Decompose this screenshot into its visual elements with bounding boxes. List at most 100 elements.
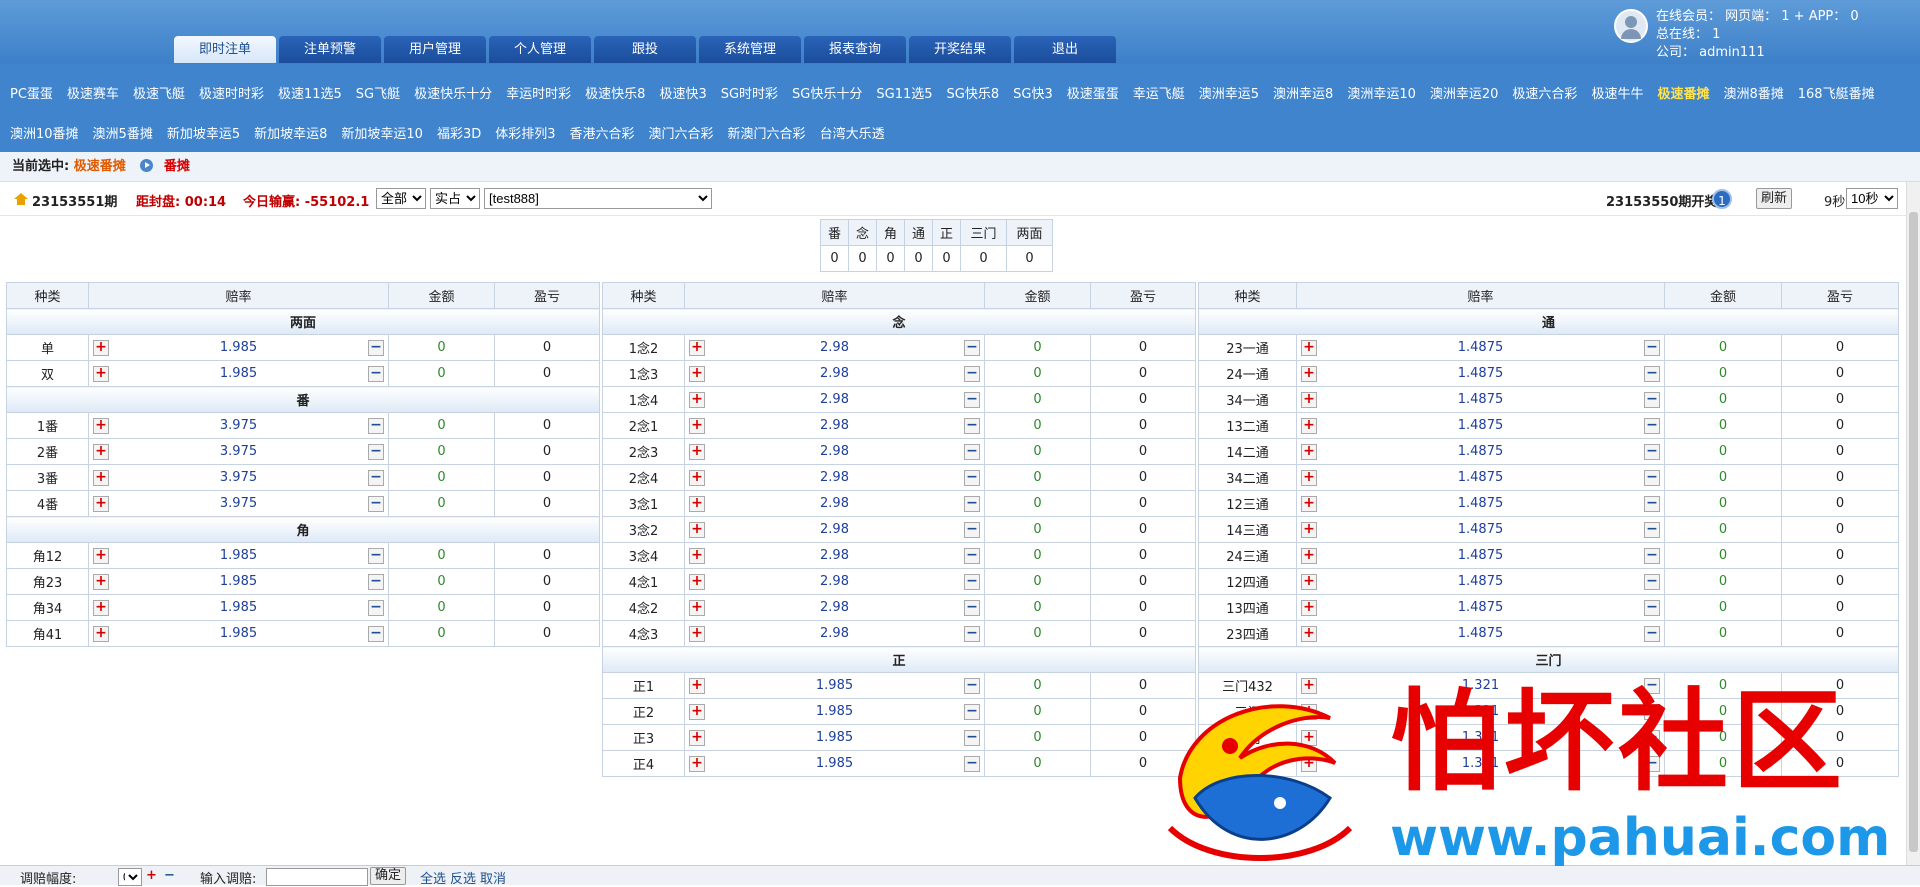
odds-minus-icon[interactable]: − — [964, 600, 980, 616]
game-link-row1-12[interactable]: SG11选5 — [876, 83, 932, 102]
game-link-row1-24[interactable]: 澳洲8番摊 — [1723, 83, 1783, 102]
game-link-row1-22[interactable]: 极速牛牛 — [1591, 83, 1643, 102]
odds-minus-icon[interactable]: − — [1644, 418, 1660, 434]
odds-plus-icon[interactable]: + — [689, 340, 705, 356]
odds-plus-icon[interactable]: + — [689, 704, 705, 720]
odds-plus-icon[interactable]: + — [1301, 470, 1317, 486]
odds-minus-icon[interactable]: − — [1644, 522, 1660, 538]
odds-plus-icon[interactable]: + — [689, 470, 705, 486]
game-link-row2-8[interactable]: 澳门六合彩 — [649, 123, 714, 142]
odds-minus-icon[interactable]: − — [368, 340, 384, 356]
interval-select[interactable]: 10秒 — [1846, 188, 1898, 209]
odds-plus-icon[interactable]: + — [1301, 418, 1317, 434]
odds-plus-icon[interactable]: + — [93, 548, 109, 564]
odds-minus-icon[interactable]: − — [964, 626, 980, 642]
odds-plus-icon[interactable]: + — [689, 626, 705, 642]
game-link-row2-5[interactable]: 福彩3D — [437, 123, 481, 142]
odds-plus-icon[interactable]: + — [93, 496, 109, 512]
game-link-row1-2[interactable]: 极速飞艇 — [133, 83, 185, 102]
odds-plus-icon[interactable]: + — [689, 678, 705, 694]
game-link-row1-1[interactable]: 极速赛车 — [67, 83, 119, 102]
odds-plus-icon[interactable]: + — [689, 600, 705, 616]
odds-plus-icon[interactable]: + — [1301, 626, 1317, 642]
odds-plus-icon[interactable]: + — [93, 444, 109, 460]
odds-minus-icon[interactable]: − — [964, 704, 980, 720]
odds-plus-icon[interactable]: + — [689, 444, 705, 460]
refresh-button[interactable]: 刷新 — [1756, 188, 1793, 209]
odds-minus-icon[interactable]: − — [1644, 496, 1660, 512]
game-link-row1-16[interactable]: 幸运飞艇 — [1133, 83, 1185, 102]
game-link-row1-19[interactable]: 澳洲幸运10 — [1347, 83, 1416, 102]
odds-plus-icon[interactable]: + — [1301, 522, 1317, 538]
odds-minus-icon[interactable]: − — [964, 730, 980, 746]
tab-4[interactable]: 跟投 — [594, 36, 696, 63]
odds-input[interactable] — [266, 868, 368, 886]
odds-plus-icon[interactable]: + — [689, 548, 705, 564]
tab-3[interactable]: 个人管理 — [489, 36, 591, 63]
game-link-row1-20[interactable]: 澳洲幸运20 — [1430, 83, 1499, 102]
odds-plus-icon[interactable]: + — [689, 496, 705, 512]
game-link-row1-6[interactable]: 极速快乐十分 — [414, 83, 492, 102]
game-link-row1-0[interactable]: PC蛋蛋 — [10, 83, 53, 102]
odds-minus-icon[interactable]: − — [1644, 392, 1660, 408]
tab-1[interactable]: 注单预警 — [279, 36, 381, 63]
odds-plus-icon[interactable]: + — [689, 730, 705, 746]
odds-plus-icon[interactable]: + — [689, 574, 705, 590]
game-link-row2-6[interactable]: 体彩排列3 — [495, 123, 555, 142]
game-link-row1-23[interactable]: 极速番摊 — [1657, 83, 1709, 102]
game-link-row2-2[interactable]: 新加坡幸运5 — [167, 123, 240, 142]
game-link-row1-4[interactable]: 极速11选5 — [278, 83, 342, 102]
odds-minus-icon[interactable]: − — [1644, 366, 1660, 382]
odds-plus-icon[interactable]: + — [689, 366, 705, 382]
odds-minus-icon[interactable]: − — [368, 366, 384, 382]
odds-minus-icon[interactable]: − — [964, 496, 980, 512]
odds-plus-icon[interactable]: + — [93, 366, 109, 382]
game-link-row2-10[interactable]: 台湾大乐透 — [820, 123, 885, 142]
tab-7[interactable]: 开奖结果 — [909, 36, 1011, 63]
game-link-row1-17[interactable]: 澳洲幸运5 — [1199, 83, 1259, 102]
game-link-row2-4[interactable]: 新加坡幸运10 — [341, 123, 423, 142]
game-link-row1-7[interactable]: 幸运时时彩 — [506, 83, 571, 102]
game-link-row1-18[interactable]: 澳洲幸运8 — [1273, 83, 1333, 102]
game-link-row1-21[interactable]: 极速六合彩 — [1512, 83, 1577, 102]
odds-minus-icon[interactable]: − — [368, 548, 384, 564]
step-select[interactable]: 0.01 — [118, 868, 142, 886]
odds-minus-icon[interactable]: − — [1644, 470, 1660, 486]
odds-minus-icon[interactable]: − — [1644, 574, 1660, 590]
game-link-row1-8[interactable]: 极速快乐8 — [585, 83, 645, 102]
odds-minus-icon[interactable]: − — [368, 470, 384, 486]
user-select[interactable]: [test888] — [484, 188, 712, 209]
step-plus-icon[interactable]: + — [146, 868, 157, 883]
game-link-row2-1[interactable]: 澳洲5番摊 — [93, 123, 153, 142]
scope-select[interactable]: 全部 — [376, 188, 426, 209]
odds-plus-icon[interactable]: + — [689, 756, 705, 772]
odds-plus-icon[interactable]: + — [93, 626, 109, 642]
tab-8[interactable]: 退出 — [1014, 36, 1116, 63]
game-link-row1-9[interactable]: 极速快3 — [659, 83, 706, 102]
odds-minus-icon[interactable]: − — [964, 366, 980, 382]
tab-6[interactable]: 报表查询 — [804, 36, 906, 63]
odds-minus-icon[interactable]: − — [964, 392, 980, 408]
odds-plus-icon[interactable]: + — [689, 418, 705, 434]
odds-minus-icon[interactable]: − — [368, 444, 384, 460]
odds-plus-icon[interactable]: + — [1301, 496, 1317, 512]
odds-minus-icon[interactable]: − — [964, 522, 980, 538]
game-link-row1-14[interactable]: SG快3 — [1013, 83, 1053, 102]
confirm-button[interactable]: 确定 — [370, 867, 407, 885]
odds-plus-icon[interactable]: + — [93, 574, 109, 590]
odds-minus-icon[interactable]: − — [368, 418, 384, 434]
odds-minus-icon[interactable]: − — [964, 418, 980, 434]
tab-0[interactable]: 即时注单 — [174, 36, 276, 63]
odds-plus-icon[interactable]: + — [1301, 392, 1317, 408]
odds-minus-icon[interactable]: − — [964, 548, 980, 564]
odds-plus-icon[interactable]: + — [1301, 366, 1317, 382]
odds-plus-icon[interactable]: + — [689, 392, 705, 408]
game-link-row1-5[interactable]: SG飞艇 — [356, 83, 400, 102]
step-minus-icon[interactable]: − — [164, 868, 175, 883]
odds-minus-icon[interactable]: − — [964, 340, 980, 356]
tab-2[interactable]: 用户管理 — [384, 36, 486, 63]
game-link-row2-0[interactable]: 澳洲10番摊 — [10, 123, 79, 142]
odds-plus-icon[interactable]: + — [1301, 574, 1317, 590]
share-select[interactable]: 实占 — [430, 188, 480, 209]
odds-plus-icon[interactable]: + — [1301, 548, 1317, 564]
